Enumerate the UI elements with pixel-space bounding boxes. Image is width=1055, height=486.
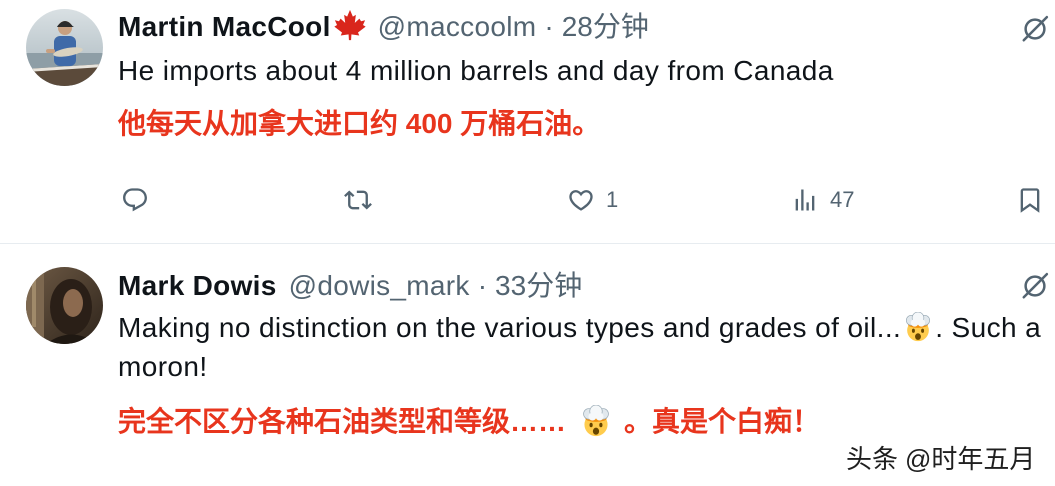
watermark: 头条 @时年五月 bbox=[846, 443, 1035, 475]
tweet-text: He imports about 4 million barrels and d… bbox=[118, 55, 834, 86]
views-icon bbox=[791, 186, 819, 214]
bookmark-icon bbox=[1016, 186, 1044, 214]
watermark-account: @时年五月 bbox=[905, 444, 1036, 474]
heart-icon bbox=[567, 186, 595, 214]
user-avatar[interactable] bbox=[26, 267, 103, 344]
header-separator: · bbox=[477, 270, 488, 301]
view-count: 47 bbox=[830, 187, 855, 212]
header-separator: · bbox=[544, 11, 554, 42]
translation-part: 完全不区分各种石油类型和等级…… bbox=[118, 406, 567, 437]
author-name[interactable]: Mark Dowis bbox=[118, 270, 277, 301]
like-button[interactable]: 1 bbox=[567, 184, 618, 216]
grok-icon bbox=[1022, 272, 1049, 299]
grok-button[interactable] bbox=[1020, 271, 1050, 301]
translation-part: 。真是个白痴！ bbox=[624, 406, 821, 437]
tweet-header: Mark Dowis @dowis_mark · 33分钟 bbox=[118, 268, 582, 304]
exploding-head-icon bbox=[903, 312, 933, 342]
author-handle[interactable]: @dowis_mark bbox=[289, 270, 470, 301]
tweet-header: Martin MacCool @maccoolm · 28分钟 bbox=[118, 9, 649, 45]
tweet-time[interactable]: 28分钟 bbox=[562, 11, 649, 42]
author-handle[interactable]: @maccoolm bbox=[378, 11, 537, 42]
reply-thread: Martin MacCool @maccoolm · 28分钟 He imports … bbox=[0, 0, 1055, 486]
author-name[interactable]: Martin MacCool bbox=[118, 11, 331, 42]
tweet-actions: 1 47 bbox=[0, 184, 1055, 216]
tweet[interactable]: Martin MacCool @maccoolm · 28分钟 He imports … bbox=[0, 0, 1055, 243]
reply-icon bbox=[121, 186, 149, 214]
avatar-photo-icon bbox=[26, 9, 103, 86]
repost-button[interactable] bbox=[344, 184, 372, 216]
tweet-time[interactable]: 33分钟 bbox=[495, 270, 582, 301]
user-avatar[interactable] bbox=[26, 9, 103, 86]
maple-leaf-icon bbox=[334, 9, 366, 41]
reply-button[interactable] bbox=[121, 184, 149, 216]
grok-button[interactable] bbox=[1020, 14, 1050, 44]
like-count: 1 bbox=[606, 187, 619, 212]
tweet-text-part: Making no distinction on the various typ… bbox=[118, 312, 902, 343]
repost-icon bbox=[344, 186, 372, 214]
bookmark-button[interactable] bbox=[1016, 184, 1044, 216]
views-button[interactable]: 47 bbox=[791, 184, 854, 216]
avatar-photo-icon bbox=[26, 267, 103, 344]
tweet-translation: 完全不区分各种石油类型和等级…… 。真是个白痴！ bbox=[118, 403, 820, 441]
tweet-text: Making no distinction on the various typ… bbox=[118, 308, 1048, 386]
exploding-head-icon bbox=[580, 405, 612, 437]
grok-icon bbox=[1022, 15, 1049, 42]
tweet-translation: 他每天从加拿大进口约 400 万桶石油。 bbox=[118, 108, 601, 139]
watermark-source: 头条 bbox=[846, 444, 899, 474]
